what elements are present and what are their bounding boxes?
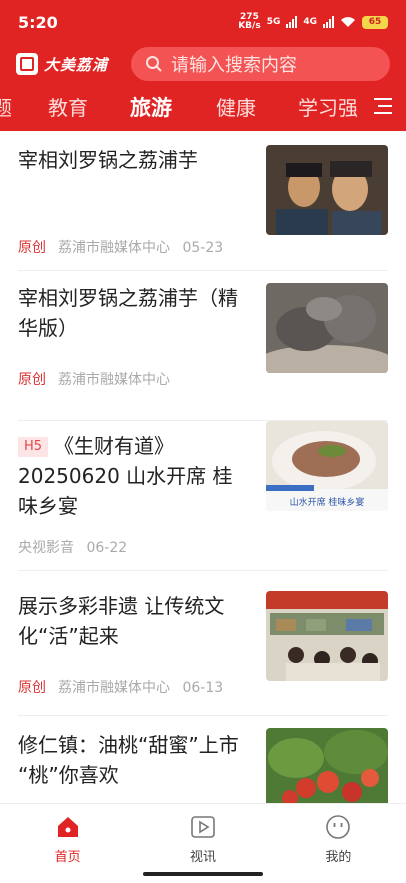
category-tabs: 题 教育 旅游 健康 学习强	[0, 84, 406, 131]
tab-home[interactable]: 首页	[0, 804, 135, 883]
article-source: 荔浦市融媒体中心	[58, 680, 170, 696]
video-icon	[191, 816, 215, 838]
search-placeholder: 请输入搜索内容	[171, 55, 297, 76]
tab-home-label: 首页	[54, 850, 81, 865]
h5-badge: H5	[18, 437, 49, 457]
article-source: 荔浦市融媒体中心	[58, 372, 170, 388]
tab-education[interactable]: 教育	[48, 92, 88, 121]
tab-video-label: 视讯	[189, 850, 216, 865]
list-item[interactable]: 宰相刘罗锅之荔浦芋 原创 荔浦市融媒体中心 05-23	[18, 141, 388, 271]
thumbnail-image	[266, 728, 388, 803]
top-bar: 大美荔浦 请输入搜索内容	[0, 44, 406, 84]
bottom-tab-bar: 首页 视讯 我的	[0, 803, 406, 883]
original-tag: 原创	[18, 680, 46, 696]
net-5g-label: 5G	[266, 17, 281, 27]
tab-mine[interactable]: 我的	[271, 804, 406, 883]
home-icon	[57, 817, 78, 837]
list-item[interactable]: H5 《生财有道》20250620 山水开席 桂味乡宴 央视影音 06-22 山水…	[18, 421, 388, 571]
status-time: 5:20	[18, 12, 58, 32]
thumbnail-image	[266, 145, 388, 235]
tab-travel[interactable]: 旅游	[130, 92, 172, 122]
app-header: 5:20 275 KB/s 5G 4G 65 大美荔浦 请输入搜索内容 题 教育…	[0, 0, 406, 131]
thumbnail-image	[266, 591, 388, 681]
logo-text: 大美荔浦	[44, 55, 109, 74]
article-meta: 原创 荔浦市融媒体中心 06-13	[18, 677, 223, 697]
net-4g-label: 4G	[303, 17, 317, 27]
thumbnail-image	[266, 283, 388, 373]
signal-icon-2	[323, 16, 334, 28]
original-tag: 原创	[18, 372, 46, 388]
smile-icon	[326, 815, 351, 839]
article-source: 荔浦市融媒体中心	[58, 240, 170, 256]
article-title: 宰相刘罗锅之荔浦芋	[18, 148, 198, 172]
search-input[interactable]: 请输入搜索内容	[131, 47, 390, 81]
tab-health[interactable]: 健康	[216, 92, 256, 121]
tab-study[interactable]: 学习强	[298, 92, 358, 121]
article-date: 05-23	[182, 240, 224, 256]
article-meta: 原创 荔浦市融媒体中心 05-23	[18, 237, 223, 257]
article-title: 宰相刘罗锅之荔浦芋（精华版）	[18, 286, 238, 340]
list-item[interactable]: 修仁镇：油桃“甜蜜”上市 “桃”你喜欢	[18, 726, 388, 803]
article-date: 06-13	[182, 680, 224, 696]
battery-icon: 65	[362, 15, 388, 29]
search-icon	[146, 56, 162, 72]
home-indicator	[143, 872, 263, 876]
article-meta: 原创 荔浦市融媒体中心	[18, 369, 170, 389]
thumbnail-caption: 山水开席 桂味乡宴	[289, 498, 365, 508]
tab-mine-label: 我的	[325, 850, 352, 865]
wifi-icon	[341, 17, 355, 27]
tabs-menu-icon[interactable]	[366, 94, 396, 118]
article-meta: 央视影音 06-22	[18, 537, 127, 557]
tab-partial[interactable]: 题	[0, 92, 12, 121]
article-list: 宰相刘罗锅之荔浦芋 原创 荔浦市融媒体中心 05-23 宰相刘罗锅之荔浦芋（精华版…	[0, 131, 406, 803]
article-title: H5 《生财有道》20250620 山水开席 桂味乡宴	[18, 434, 233, 518]
status-bar: 5:20 275 KB/s 5G 4G 65	[0, 0, 406, 44]
net-speed: 275 KB/s	[238, 12, 261, 31]
article-source: 央视影音	[18, 540, 74, 556]
original-tag: 原创	[18, 240, 46, 256]
list-item[interactable]: 宰相刘罗锅之荔浦芋（精华版） 原创 荔浦市融媒体中心	[18, 281, 388, 421]
logo-icon	[16, 53, 38, 75]
article-title: 修仁镇：油桃“甜蜜”上市 “桃”你喜欢	[18, 733, 239, 787]
article-title: 展示多彩非遗 让传统文化“活”起来	[18, 594, 225, 648]
status-icons: 275 KB/s 5G 4G 65	[238, 13, 388, 31]
app-logo[interactable]: 大美荔浦	[16, 53, 131, 75]
article-date: 06-22	[86, 540, 128, 556]
list-item[interactable]: 展示多彩非遗 让传统文化“活”起来 原创 荔浦市融媒体中心 06-13	[18, 581, 388, 716]
thumbnail-image: 山水开席 桂味乡宴	[266, 421, 388, 511]
signal-icon	[286, 16, 298, 28]
